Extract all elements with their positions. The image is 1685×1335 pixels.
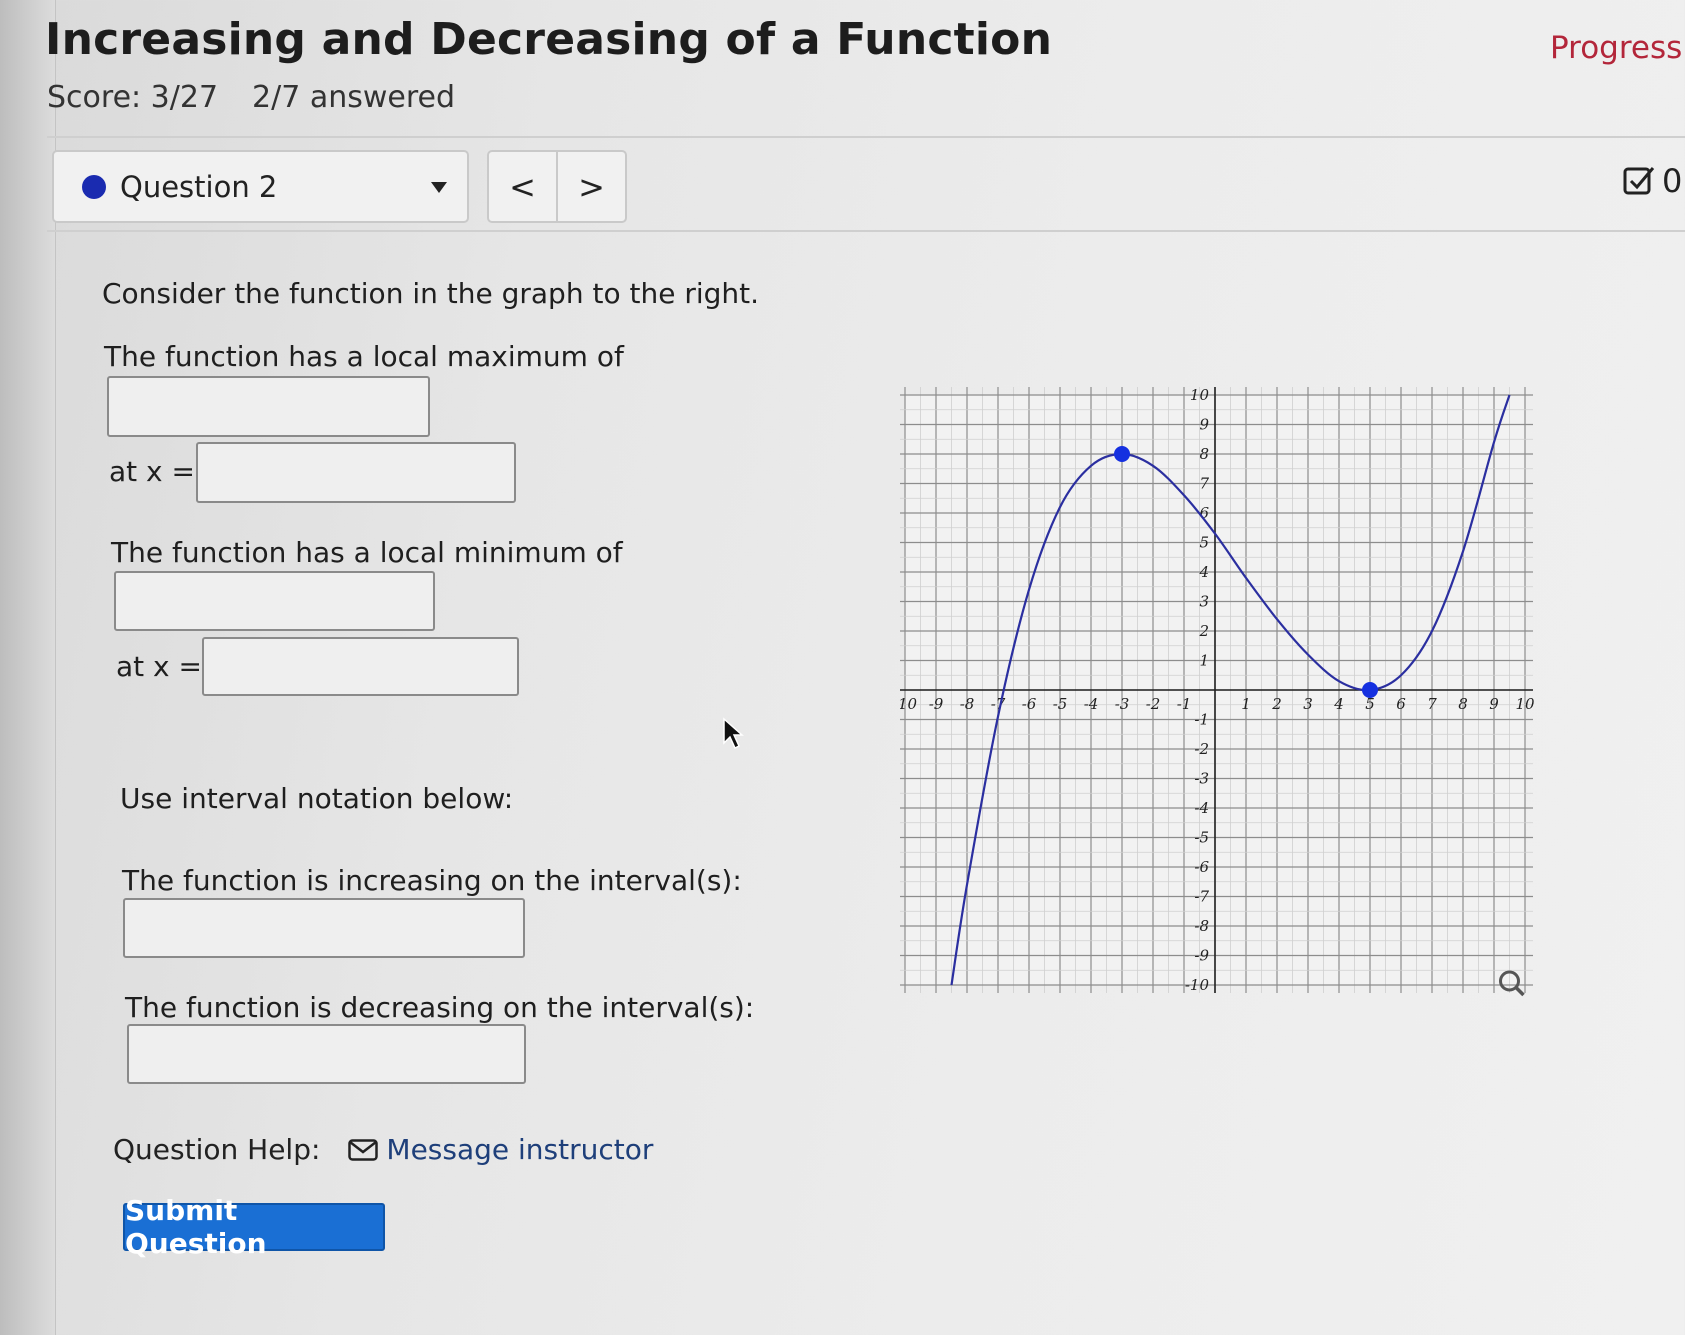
status-dot-icon bbox=[82, 174, 106, 199]
x-tick-label: 9 bbox=[1489, 695, 1499, 713]
submit-question-button[interactable]: Submit Question bbox=[123, 1194, 385, 1260]
y-tick-label: 10 bbox=[1190, 386, 1210, 404]
y-tick-label: 9 bbox=[1199, 416, 1209, 434]
x-tick-label: -8 bbox=[960, 695, 975, 713]
y-tick-label: -7 bbox=[1194, 888, 1209, 906]
y-tick-label: -10 bbox=[1185, 976, 1210, 994]
x-tick-label: 4 bbox=[1333, 695, 1344, 713]
y-tick-label: -8 bbox=[1194, 917, 1209, 935]
x-tick-label: -2 bbox=[1146, 695, 1161, 713]
chevron-right-icon: > bbox=[578, 167, 605, 206]
question-select-label: Question 2 bbox=[120, 169, 278, 204]
y-tick-label: -2 bbox=[1194, 740, 1209, 758]
y-tick-label: 1 bbox=[1199, 652, 1209, 670]
question-select[interactable]: Question 2 bbox=[52, 150, 469, 223]
local-max-value-input[interactable] bbox=[107, 376, 430, 437]
x-tick-label: -9 bbox=[929, 695, 944, 713]
x-tick-label: -5 bbox=[1053, 695, 1068, 713]
x-tick-label: -3 bbox=[1115, 695, 1130, 713]
message-instructor-link[interactable]: Message instructor bbox=[386, 1133, 653, 1166]
local-min-x-label: at x = bbox=[116, 650, 202, 683]
y-tick-label: -6 bbox=[1194, 858, 1209, 876]
x-tick-label: 1 bbox=[1241, 695, 1251, 713]
score-row: Score: 3/27 2/7 answered bbox=[47, 80, 455, 115]
y-tick-label: 3 bbox=[1199, 593, 1209, 611]
mail-icon bbox=[348, 1138, 379, 1161]
x-tick-label: -6 bbox=[1022, 695, 1037, 713]
function-graph: -10-9-8-7-6-5-4-3-2-11234567891010987654… bbox=[900, 386, 1535, 997]
chevron-left-icon: < bbox=[509, 167, 536, 206]
local-max-x-label: at x = bbox=[109, 455, 195, 488]
divider bbox=[47, 136, 1685, 138]
answered-text: 2/7 answered bbox=[252, 80, 456, 115]
interval-note: Use interval notation below: bbox=[120, 782, 514, 815]
y-tick-label: -3 bbox=[1194, 770, 1209, 788]
x-tick-label: 6 bbox=[1396, 695, 1406, 713]
zoom-icon-handle bbox=[1514, 985, 1525, 997]
x-tick-label: 2 bbox=[1271, 695, 1282, 713]
extremum-point bbox=[1114, 446, 1130, 462]
decreasing-intervals-input[interactable] bbox=[127, 1024, 526, 1084]
x-tick-label: 7 bbox=[1427, 695, 1437, 713]
y-tick-label: -4 bbox=[1194, 799, 1209, 817]
question-help-label: Question Help: bbox=[113, 1133, 321, 1166]
x-tick-label: 10 bbox=[1515, 695, 1535, 713]
x-tick-label: 3 bbox=[1303, 695, 1313, 713]
y-tick-label: -9 bbox=[1194, 947, 1209, 965]
question-help: Question Help: Message instructor bbox=[113, 1133, 653, 1166]
y-tick-label: -1 bbox=[1194, 711, 1209, 729]
y-tick-label: -5 bbox=[1194, 829, 1209, 847]
local-max-x-input[interactable] bbox=[196, 442, 516, 503]
increasing-intervals-input[interactable] bbox=[123, 898, 525, 958]
attempt-value: 0. bbox=[1662, 162, 1685, 200]
y-tick-label: 5 bbox=[1199, 534, 1209, 552]
y-tick-label: 4 bbox=[1198, 563, 1209, 581]
local-max-prompt: The function has a local maximum of bbox=[104, 340, 624, 373]
local-min-prompt: The function has a local minimum of bbox=[111, 536, 623, 569]
x-tick-label: -4 bbox=[1084, 695, 1099, 713]
left-edge-panel bbox=[0, 0, 56, 1335]
mouse-cursor-icon bbox=[723, 717, 744, 750]
page-title: Increasing and Decreasing of a Function bbox=[45, 14, 1053, 65]
prev-question-button[interactable]: < bbox=[489, 152, 558, 221]
x-tick-label: -1 bbox=[1177, 695, 1192, 713]
extremum-point bbox=[1362, 682, 1378, 698]
y-tick-label: 7 bbox=[1199, 475, 1209, 493]
local-min-x-input[interactable] bbox=[202, 637, 519, 696]
x-tick-label: -10 bbox=[900, 695, 918, 713]
local-min-value-input[interactable] bbox=[114, 571, 435, 631]
caret-down-icon bbox=[431, 182, 447, 193]
score-text: Score: 3/27 bbox=[47, 80, 219, 115]
question-nav-group: < > bbox=[487, 150, 627, 223]
increasing-prompt: The function is increasing on the interv… bbox=[122, 864, 742, 897]
progress-link[interactable]: Progress s bbox=[1550, 30, 1685, 66]
question-intro: Consider the function in the graph to th… bbox=[102, 277, 760, 310]
divider bbox=[47, 230, 1685, 232]
next-question-button[interactable]: > bbox=[558, 152, 625, 221]
x-tick-label: 8 bbox=[1458, 695, 1468, 713]
y-tick-label: 8 bbox=[1199, 445, 1209, 463]
y-tick-label: 2 bbox=[1198, 622, 1209, 640]
checkbox-icon[interactable] bbox=[1623, 165, 1655, 197]
decreasing-prompt: The function is decreasing on the interv… bbox=[125, 991, 755, 1024]
